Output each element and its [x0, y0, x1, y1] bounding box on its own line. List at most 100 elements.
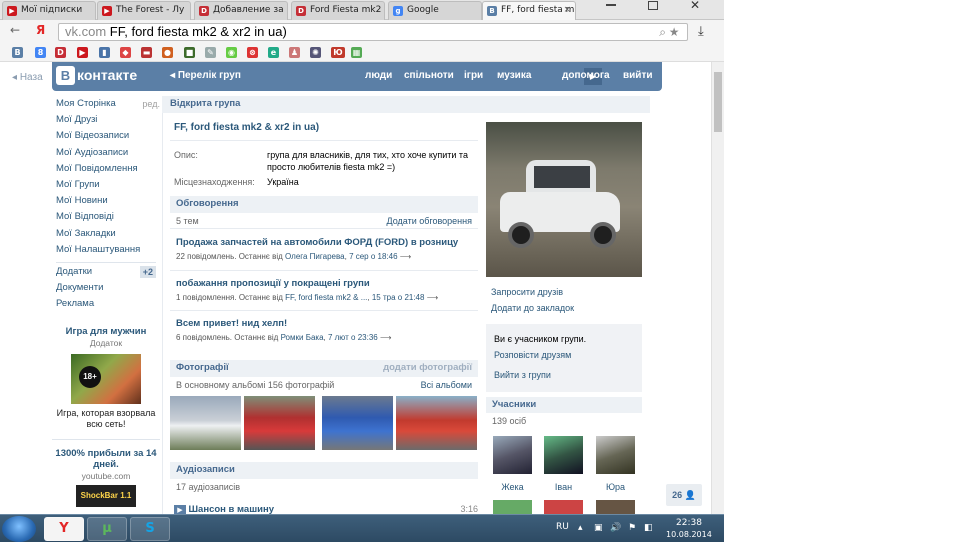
vertical-scrollbar[interactable]: [711, 62, 724, 514]
scrollbar-thumb[interactable]: [714, 72, 722, 132]
vk-bookmark-icon[interactable]: B: [12, 47, 23, 58]
topic-author[interactable]: Олега Пигарева: [285, 252, 345, 261]
menu-replies[interactable]: Мої Відповіді: [56, 209, 160, 225]
members-header[interactable]: Учасники: [486, 397, 642, 413]
photo-thumbnail[interactable]: [322, 396, 393, 450]
bookmark-icon[interactable]: ●: [162, 47, 173, 58]
discussions-header[interactable]: Обговорення: [170, 196, 478, 213]
arrow-right-icon[interactable]: ⟶: [380, 333, 391, 342]
topic-title[interactable]: Продажа запчастей на автомобили ФОРД (FO…: [176, 237, 458, 248]
add-photos-link[interactable]: додати фотографії: [383, 360, 472, 376]
bookmark-icon[interactable]: ◉: [226, 47, 237, 58]
network-icon[interactable]: ▣: [594, 523, 603, 533]
edit-link[interactable]: ред.: [142, 96, 160, 112]
menu-videos[interactable]: Мої Відеозаписи: [56, 128, 160, 144]
member-name[interactable]: Жека: [493, 482, 532, 492]
tab-3[interactable]: D Ford Fiesta mk2: [291, 1, 385, 20]
tab-0[interactable]: ▶ Мої підписки: [2, 1, 96, 20]
all-albums-link[interactable]: Всі альбоми: [421, 378, 472, 392]
member-name[interactable]: Юра: [596, 482, 635, 492]
audio-track[interactable]: ▶ Шансон в машину 3:16: [174, 504, 478, 514]
topic-time[interactable]: 7 сер о 18:46: [349, 252, 397, 261]
car-bookmark-icon[interactable]: ▬: [141, 47, 152, 58]
nav-music[interactable]: музика: [497, 70, 531, 81]
bookmark-icon[interactable]: ◆: [120, 47, 131, 58]
menu-settings[interactable]: Мої Налаштування: [56, 242, 160, 258]
topic-title[interactable]: Всем привет! нид хелп!: [176, 318, 287, 329]
avatar[interactable]: [596, 500, 635, 514]
play-icon[interactable]: ▶: [174, 505, 186, 514]
avatar[interactable]: [596, 436, 635, 474]
tab-2[interactable]: D Добавление за: [194, 1, 288, 20]
nav-help[interactable]: допомога: [562, 70, 610, 81]
maximize-button[interactable]: [648, 1, 658, 10]
url-field[interactable]: vk.com FF, ford fiesta mk2 & xr2 in ua) …: [58, 23, 688, 41]
topic-title[interactable]: побажання пропозиції у покращені групи: [176, 278, 370, 289]
language-indicator[interactable]: RU: [556, 522, 569, 532]
leave-group-link[interactable]: Вийти з групи: [494, 370, 551, 380]
ad-game[interactable]: Игра для мужчин Додаток 18+ Игра, котора…: [52, 324, 160, 440]
photo-thumbnail[interactable]: [170, 396, 241, 450]
bookmark-icon[interactable]: ■: [184, 47, 195, 58]
add-discussion-link[interactable]: Додати обговорення: [387, 214, 472, 228]
yandex-icon[interactable]: Я: [36, 23, 45, 37]
tab-4[interactable]: g Google: [388, 1, 482, 20]
flag-icon[interactable]: ⚑: [628, 523, 636, 533]
add-bookmark-link[interactable]: Додати до закладок: [491, 303, 574, 313]
group-avatar-photo[interactable]: [486, 122, 642, 277]
arrow-right-icon[interactable]: ⟶: [427, 293, 438, 302]
tell-friends-link[interactable]: Розповісти друзям: [494, 350, 571, 360]
arrow-right-icon[interactable]: ⟶: [400, 252, 411, 261]
like-counter[interactable]: 26 👤: [666, 484, 702, 506]
bookmark-icon[interactable]: Ю: [331, 47, 345, 58]
youtube-bookmark-icon[interactable]: ▶: [77, 47, 88, 58]
nav-logout[interactable]: вийти: [623, 70, 653, 81]
avatar[interactable]: [493, 436, 532, 474]
back-arrow-icon[interactable]: ←: [10, 23, 20, 37]
nav-people[interactable]: люди: [365, 70, 392, 81]
nav-games[interactable]: ігри: [464, 70, 483, 81]
nav-communities[interactable]: спільноти: [404, 70, 454, 81]
bookmark-icon[interactable]: ▦: [351, 47, 362, 58]
drive2-bookmark-icon[interactable]: D: [55, 47, 66, 58]
photo-thumbnail[interactable]: [396, 396, 477, 450]
menu-docs[interactable]: Документи: [56, 280, 160, 296]
chevron-up-icon[interactable]: ▴: [578, 523, 583, 533]
bookmark-icon[interactable]: ✎: [205, 47, 216, 58]
topic-author[interactable]: FF, ford fiesta mk2 & ...: [285, 293, 367, 302]
menu-messages[interactable]: Мої Повідомлення: [56, 161, 160, 177]
vk-logo[interactable]: Вконтакте: [56, 66, 137, 85]
tab-1[interactable]: ▶ The Forest - Лу: [97, 1, 191, 20]
topic-time[interactable]: 7 лют о 23:36: [328, 333, 378, 342]
menu-groups[interactable]: Мої Групи: [56, 177, 160, 193]
skype-taskbar-icon[interactable]: S: [130, 517, 170, 541]
bookmark-icon[interactable]: e: [268, 47, 279, 58]
tray-app-icon[interactable]: ◧: [644, 523, 653, 533]
bookmark-icon[interactable]: ▮: [99, 47, 110, 58]
star-icon[interactable]: ★: [669, 25, 679, 39]
topic-author[interactable]: Ромки Бака: [281, 333, 324, 342]
menu-bookmarks[interactable]: Мої Закладки: [56, 226, 160, 242]
ad-profit[interactable]: 1300% прибыли за 14 дней. youtube.com Sh…: [52, 448, 160, 511]
utorrent-taskbar-icon[interactable]: µ: [87, 517, 127, 541]
menu-my-page[interactable]: Моя Сторінка ред.: [56, 96, 160, 112]
yandex-browser-taskbar-icon[interactable]: Y: [44, 517, 84, 541]
menu-news[interactable]: Мої Новини: [56, 193, 160, 209]
minimize-button[interactable]: [606, 4, 616, 6]
member-name[interactable]: Іван: [544, 482, 583, 492]
topic-time[interactable]: 15 тра о 21:48: [372, 293, 425, 302]
bookmark-icon[interactable]: ♟: [289, 47, 300, 58]
avatar[interactable]: [544, 436, 583, 474]
bookmark-icon[interactable]: ✺: [310, 47, 321, 58]
photo-thumbnail[interactable]: [244, 396, 315, 450]
menu-friends[interactable]: Мої Друзі: [56, 112, 160, 128]
audio-header[interactable]: Аудіозаписи: [170, 462, 478, 479]
clock-time[interactable]: 22:38: [676, 518, 702, 528]
photos-header[interactable]: Фотографії додати фотографії: [170, 360, 478, 377]
close-window-button[interactable]: ✕: [690, 0, 700, 12]
clock-date[interactable]: 10.08.2014: [666, 530, 712, 539]
download-icon[interactable]: ⤓: [698, 24, 704, 39]
menu-ads[interactable]: Реклама: [56, 296, 160, 312]
menu-audio[interactable]: Мої Аудіозаписи: [56, 145, 160, 161]
invite-friends-link[interactable]: Запросити друзів: [491, 287, 563, 297]
